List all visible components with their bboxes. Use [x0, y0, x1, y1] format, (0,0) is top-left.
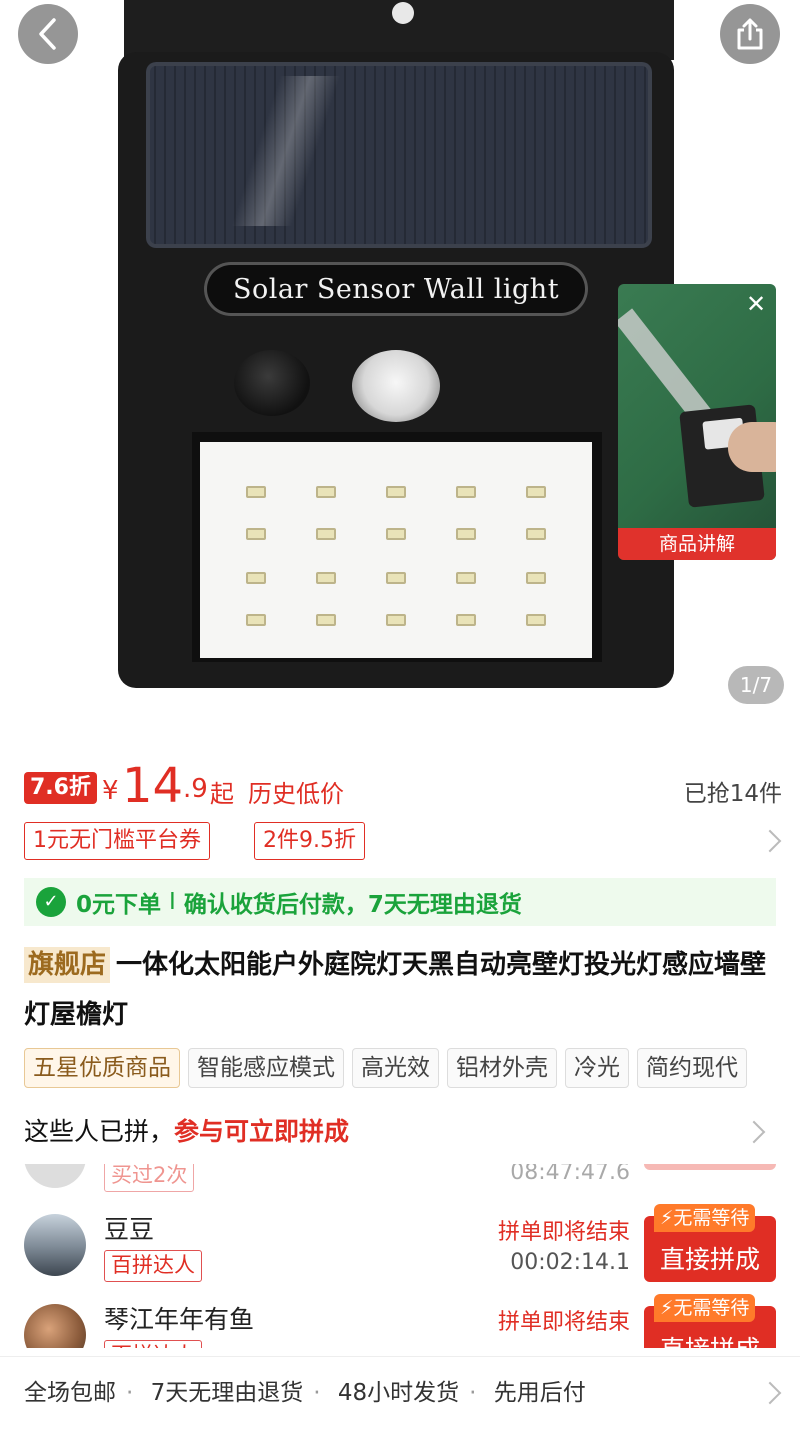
led-chip: [456, 486, 476, 498]
product-title-text: 一体化太阳能户外庭院灯天黑自动亮壁灯投光灯感应墙壁灯屋檐灯: [24, 950, 767, 1030]
led-chip: [456, 528, 476, 540]
guarantee-part2: 确认收货后付款，7天无理由退货: [183, 892, 522, 918]
member-tag: 百拼达人: [104, 1340, 202, 1348]
price-row: 7.6折 ¥ 14 .9 起 历史低价 已抢14件: [0, 758, 800, 816]
solar-panel: [146, 62, 652, 248]
service-item: 全场包邮: [24, 1380, 116, 1406]
product-title: 旗舰店 一体化太阳能户外庭院灯天黑自动亮壁灯投光灯感应墙壁灯屋檐灯: [24, 940, 776, 1040]
join-button[interactable]: ⚡无需等待 直接拼成: [644, 1294, 776, 1348]
share-icon: [737, 18, 763, 50]
led-chip: [316, 572, 336, 584]
lamp-switch: [234, 350, 310, 416]
group-row: 琴江年年有鱼 百拼达人 拼单即将结束 ⚡无需等待 直接拼成: [0, 1294, 800, 1348]
group-highlight: 参与可立即拼成: [174, 1117, 350, 1146]
led-chip: [316, 486, 336, 498]
currency-symbol: ¥: [102, 776, 119, 806]
chevron-right-icon: [742, 1120, 766, 1144]
tag-item[interactable]: 智能感应模式: [188, 1048, 344, 1088]
led-chip: [526, 486, 546, 498]
product-label-text: Solar Sensor Wall light: [232, 273, 560, 305]
coupon-platform[interactable]: 1元无门槛平台券: [24, 822, 210, 860]
led-chip: [316, 614, 336, 626]
countdown-time: 08:47:47.6: [510, 1164, 630, 1185]
video-label: 商品讲解: [618, 528, 776, 560]
join-button-label: 直接拼成: [659, 1245, 760, 1274]
led-chip: [456, 572, 476, 584]
back-button[interactable]: [18, 4, 78, 64]
led-chip: [526, 528, 546, 540]
led-chip: [456, 614, 476, 626]
led-chip: [526, 614, 546, 626]
guarantee-divider: I: [169, 889, 176, 915]
price-decimal: .9: [183, 774, 208, 804]
group-buy-header[interactable]: 这些人已拼，参与可立即拼成: [24, 1110, 784, 1154]
led-chip: [526, 572, 546, 584]
no-wait-badge: ⚡无需等待: [654, 1204, 756, 1232]
coupon-multi-buy[interactable]: 2件9.5折: [254, 822, 365, 860]
price-suffix: 起: [210, 780, 234, 808]
chevron-right-icon: [758, 1381, 782, 1405]
product-image-carousel[interactable]: Solar Sensor Wall light ✕ 商品讲解 1/7: [0, 0, 800, 730]
led-chip: [316, 528, 336, 540]
tag-item[interactable]: 高光效: [352, 1048, 439, 1088]
image-counter: 1/7: [728, 666, 784, 704]
led-chip: [386, 614, 406, 626]
shield-check-icon: ✓: [36, 887, 66, 917]
avatar: [24, 1304, 86, 1348]
mounting-bracket: [124, 0, 674, 60]
price-integer: 14: [122, 758, 184, 814]
close-icon[interactable]: ✕: [742, 290, 770, 318]
member-tag: 百拼达人: [104, 1250, 202, 1282]
led-chip: [386, 528, 406, 540]
member-tag: 买过2次: [104, 1164, 195, 1192]
history-low-note: 历史低价: [248, 780, 344, 808]
tag-item[interactable]: 铝材外壳: [447, 1048, 557, 1088]
led-chip: [246, 572, 266, 584]
guarantee-part1: 0元下单: [76, 892, 162, 918]
chevron-right-icon: [758, 829, 782, 853]
discount-badge: 7.6折: [24, 772, 97, 804]
group-buy-list: 买过2次 08:47:47.6 豆豆 百拼达人 拼单即将结束 00:02:14.…: [0, 1164, 800, 1348]
coupon-row[interactable]: 1元无门槛平台券 2件9.5折: [0, 820, 800, 864]
led-chip: [246, 528, 266, 540]
sold-count: 已抢14件: [683, 781, 782, 807]
service-item: 先用后付: [493, 1380, 586, 1406]
product-label-plate: Solar Sensor Wall light: [204, 262, 588, 316]
flagship-store-badge: 旗舰店: [24, 947, 111, 983]
led-chip: [246, 486, 266, 498]
group-status: 拼单即将结束: [497, 1310, 630, 1335]
tag-item[interactable]: 冷光: [565, 1048, 629, 1088]
led-chip: [386, 572, 406, 584]
share-button[interactable]: [720, 4, 780, 64]
tag-item[interactable]: 五星优质商品: [24, 1048, 180, 1088]
countdown-time: 00:02:14.1: [510, 1250, 630, 1275]
join-button-label: 直接拼成: [644, 1330, 776, 1348]
join-button[interactable]: [644, 1164, 776, 1170]
member-name: 豆豆: [104, 1215, 155, 1244]
guarantee-banner: ✓ 0元下单 I 确认收货后付款，7天无理由退货: [24, 878, 776, 926]
join-button[interactable]: ⚡无需等待 直接拼成: [644, 1204, 776, 1282]
service-item: 7天无理由退货: [150, 1380, 304, 1406]
product-video-thumbnail[interactable]: ✕ 商品讲解: [618, 284, 776, 560]
avatar: [24, 1214, 86, 1276]
led-chip: [246, 614, 266, 626]
no-wait-badge: ⚡无需等待: [654, 1294, 756, 1322]
service-guarantee-bar[interactable]: 全场包邮 · 7天无理由退货 · 48小时发货 · 先用后付: [0, 1356, 800, 1428]
member-name: 琴江年年有鱼: [104, 1305, 255, 1334]
group-row: 豆豆 百拼达人 拼单即将结束 00:02:14.1 ⚡无需等待 直接拼成: [0, 1204, 800, 1300]
led-chip: [386, 486, 406, 498]
group-status: 拼单即将结束: [497, 1220, 630, 1245]
chevron-left-icon: [39, 18, 56, 50]
motion-sensor: [352, 350, 440, 422]
avatar: [24, 1164, 86, 1188]
tag-item[interactable]: 简约现代: [637, 1048, 747, 1088]
feature-tags: 五星优质商品 智能感应模式 高光效 铝材外壳 冷光 简约现代: [24, 1048, 800, 1090]
group-lead: 这些人已拼，: [24, 1117, 175, 1146]
service-item: 48小时发货: [337, 1380, 460, 1406]
